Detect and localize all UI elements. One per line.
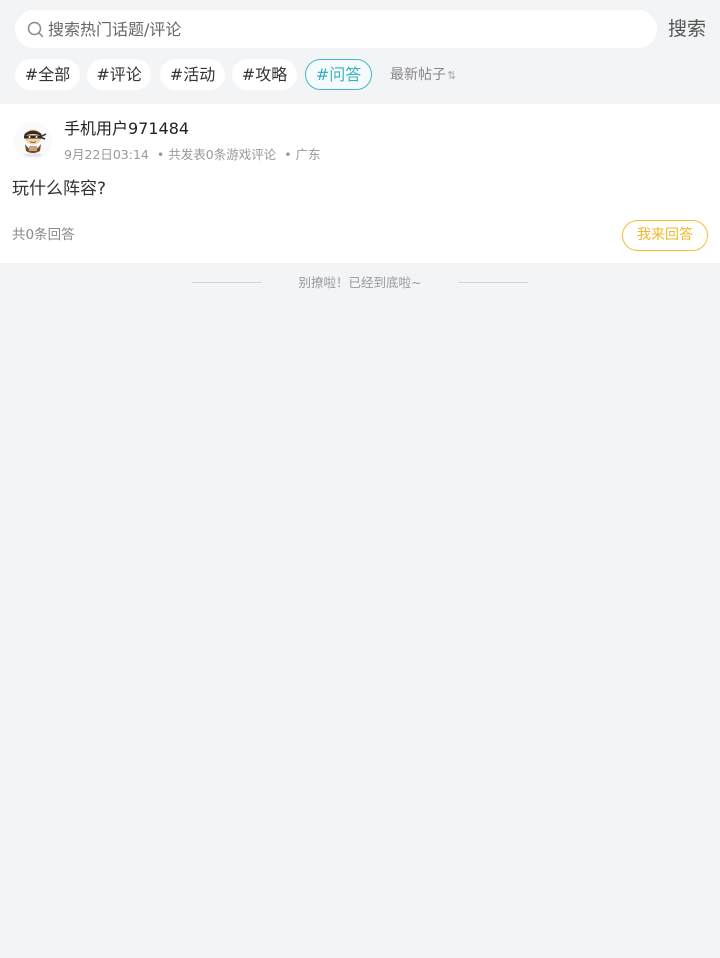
- divider-left: [192, 282, 262, 283]
- search-input[interactable]: [48, 10, 638, 48]
- ninja-avatar-icon: [14, 122, 52, 160]
- search-box[interactable]: [15, 10, 657, 48]
- post-comment-stats: 共发表0条游戏评论: [168, 147, 277, 162]
- sort-arrows-icon: ⇅: [447, 69, 457, 82]
- answer-count: 共0条回答: [12, 227, 75, 243]
- avatar[interactable]: [14, 122, 52, 160]
- top-bar: 搜索 #全部 #评论 #活动 #攻略 #问答 最新帖子⇅: [0, 0, 720, 104]
- divider-right: [458, 282, 528, 283]
- post-location: 广东: [295, 147, 321, 162]
- post-title[interactable]: 玩什么阵容?: [12, 178, 106, 200]
- post-time: 9月22日03:14: [64, 147, 149, 162]
- search-icon: [27, 21, 44, 38]
- post-username[interactable]: 手机用户971484: [64, 119, 189, 139]
- answer-button[interactable]: 我来回答: [622, 220, 708, 251]
- post-card[interactable]: 手机用户971484 9月22日03:14 • 共发表0条游戏评论 • 广东 玩什么…: [0, 104, 720, 263]
- tag-guides[interactable]: #攻略: [232, 59, 297, 90]
- search-button[interactable]: 搜索: [668, 17, 706, 41]
- sort-label: 最新帖子: [390, 67, 446, 83]
- tag-qa[interactable]: #问答: [305, 59, 372, 90]
- end-of-list-text: 别撩啦！已经到底啦~: [298, 275, 422, 290]
- meta-separator: •: [284, 147, 292, 162]
- post-meta: 9月22日03:14 • 共发表0条游戏评论 • 广东: [64, 147, 321, 163]
- meta-separator: •: [156, 147, 165, 162]
- tag-comments[interactable]: #评论: [87, 59, 151, 90]
- tag-all[interactable]: #全部: [15, 59, 80, 90]
- tag-events[interactable]: #活动: [160, 59, 225, 90]
- sort-dropdown[interactable]: 最新帖子⇅: [390, 66, 456, 85]
